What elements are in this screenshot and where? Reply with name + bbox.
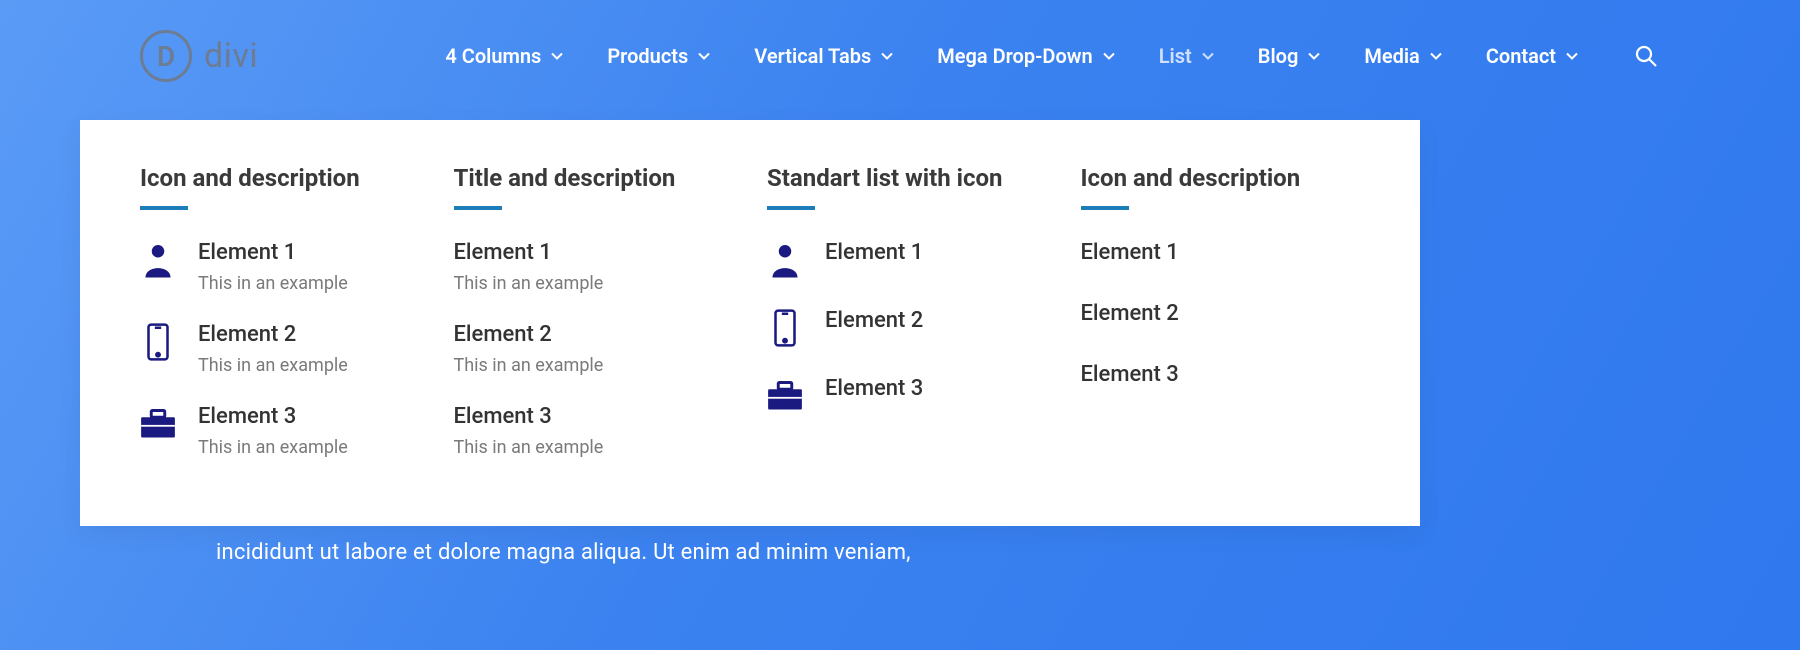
column-underline bbox=[767, 206, 815, 210]
menu-item-title: Element 2 bbox=[454, 322, 738, 347]
menu-item[interactable]: Element 3 This in an example bbox=[454, 404, 738, 458]
nav-contact[interactable]: Contact bbox=[1486, 44, 1578, 68]
menu-item[interactable]: Element 1 This in an example bbox=[140, 240, 424, 294]
menu-item[interactable]: Element 3 bbox=[1081, 362, 1365, 387]
phone-icon bbox=[140, 322, 176, 362]
menu-item-desc: This in an example bbox=[454, 273, 738, 294]
mega-column-icon-desc: Icon and description Element 1 This in a… bbox=[140, 164, 424, 486]
menu-item-desc: This in an example bbox=[198, 437, 424, 458]
logo-mark-icon: D bbox=[140, 30, 192, 82]
logo-text: divi bbox=[204, 36, 258, 76]
briefcase-icon bbox=[140, 404, 176, 444]
chevron-down-icon bbox=[1308, 50, 1320, 62]
menu-item-title: Element 1 bbox=[198, 240, 424, 265]
menu-item-title: Element 3 bbox=[198, 404, 424, 429]
menu-item-desc: This in an example bbox=[454, 355, 738, 376]
nav-mega-drop-down[interactable]: Mega Drop-Down bbox=[937, 44, 1115, 68]
menu-item-body: Element 3 This in an example bbox=[198, 404, 424, 458]
menu-item-body: Element 2 bbox=[825, 308, 1051, 333]
chevron-down-icon bbox=[1103, 50, 1115, 62]
menu-item-body: Element 1 This in an example bbox=[454, 240, 738, 294]
nav-label: Blog bbox=[1258, 44, 1299, 68]
mega-column-title-desc: Title and description Element 1 This in … bbox=[454, 164, 738, 486]
nav-label: Mega Drop-Down bbox=[937, 44, 1093, 68]
mega-menu: Icon and description Element 1 This in a… bbox=[80, 120, 1420, 526]
menu-item-body: Element 2 This in an example bbox=[198, 322, 424, 376]
nav-blog[interactable]: Blog bbox=[1258, 44, 1321, 68]
primary-nav: 4 Columns Products Vertical Tabs Mega Dr… bbox=[445, 42, 1660, 70]
menu-item-title: Element 3 bbox=[825, 376, 1051, 401]
chevron-down-icon bbox=[881, 50, 893, 62]
nav-label: 4 Columns bbox=[445, 44, 541, 68]
menu-item-title: Element 1 bbox=[454, 240, 738, 265]
nav-label: List bbox=[1159, 44, 1192, 68]
menu-item-desc: This in an example bbox=[198, 355, 424, 376]
chevron-down-icon bbox=[698, 50, 710, 62]
menu-item[interactable]: Element 1 bbox=[767, 240, 1051, 280]
menu-item-body: Element 1 This in an example bbox=[198, 240, 424, 294]
menu-item[interactable]: Element 2 This in an example bbox=[140, 322, 424, 376]
column-title: Icon and description bbox=[1081, 164, 1365, 192]
user-icon bbox=[140, 240, 176, 280]
menu-item-title: Element 2 bbox=[198, 322, 424, 347]
nav-products[interactable]: Products bbox=[607, 44, 710, 68]
menu-item[interactable]: Element 2 bbox=[767, 308, 1051, 348]
nav-label: Contact bbox=[1486, 44, 1556, 68]
mega-column-icon-only: Standart list with icon Element 1 Elemen… bbox=[767, 164, 1051, 486]
menu-item[interactable]: Element 2 bbox=[1081, 301, 1365, 326]
menu-item-title: Element 3 bbox=[454, 404, 738, 429]
site-header: D divi 4 Columns Products Vertical Tabs bbox=[0, 0, 1800, 102]
phone-icon bbox=[767, 308, 803, 348]
logo-letter: D bbox=[157, 40, 175, 73]
nav-label: Media bbox=[1364, 44, 1419, 68]
nav-label: Products bbox=[607, 44, 688, 68]
chevron-down-icon bbox=[551, 50, 563, 62]
column-underline bbox=[140, 206, 188, 210]
user-icon bbox=[767, 240, 803, 280]
column-title: Icon and description bbox=[140, 164, 424, 192]
nav-label: Vertical Tabs bbox=[754, 44, 871, 68]
column-underline bbox=[454, 206, 502, 210]
menu-item-title: Element 1 bbox=[825, 240, 1051, 265]
menu-item[interactable]: Element 1 This in an example bbox=[454, 240, 738, 294]
chevron-down-icon bbox=[1430, 50, 1442, 62]
chevron-down-icon bbox=[1566, 50, 1578, 62]
menu-item-desc: This in an example bbox=[454, 437, 738, 458]
menu-item-body: Element 1 bbox=[825, 240, 1051, 265]
menu-item[interactable]: Element 2 This in an example bbox=[454, 322, 738, 376]
chevron-down-icon bbox=[1202, 50, 1214, 62]
menu-item[interactable]: Element 3 bbox=[767, 376, 1051, 416]
briefcase-icon bbox=[767, 376, 803, 416]
menu-item-body: Element 2 This in an example bbox=[454, 322, 738, 376]
column-title: Title and description bbox=[454, 164, 738, 192]
search-icon[interactable] bbox=[1632, 42, 1660, 70]
column-title: Standart list with icon bbox=[767, 164, 1051, 192]
logo[interactable]: D divi bbox=[140, 30, 258, 82]
menu-item-body: Element 3 bbox=[825, 376, 1051, 401]
menu-item[interactable]: Element 3 This in an example bbox=[140, 404, 424, 458]
menu-item-desc: This in an example bbox=[198, 273, 424, 294]
mega-column-simple: Icon and description Element 1 Element 2… bbox=[1081, 164, 1365, 486]
nav-media[interactable]: Media bbox=[1364, 44, 1441, 68]
nav-vertical-tabs[interactable]: Vertical Tabs bbox=[754, 44, 893, 68]
column-underline bbox=[1081, 206, 1129, 210]
nav-list[interactable]: List bbox=[1159, 44, 1214, 68]
nav-4-columns[interactable]: 4 Columns bbox=[445, 44, 563, 68]
menu-item-body: Element 3 This in an example bbox=[454, 404, 738, 458]
menu-item[interactable]: Element 1 bbox=[1081, 240, 1365, 265]
menu-item-title: Element 2 bbox=[825, 308, 1051, 333]
page-body-text: incididunt ut labore et dolore magna ali… bbox=[216, 540, 911, 565]
